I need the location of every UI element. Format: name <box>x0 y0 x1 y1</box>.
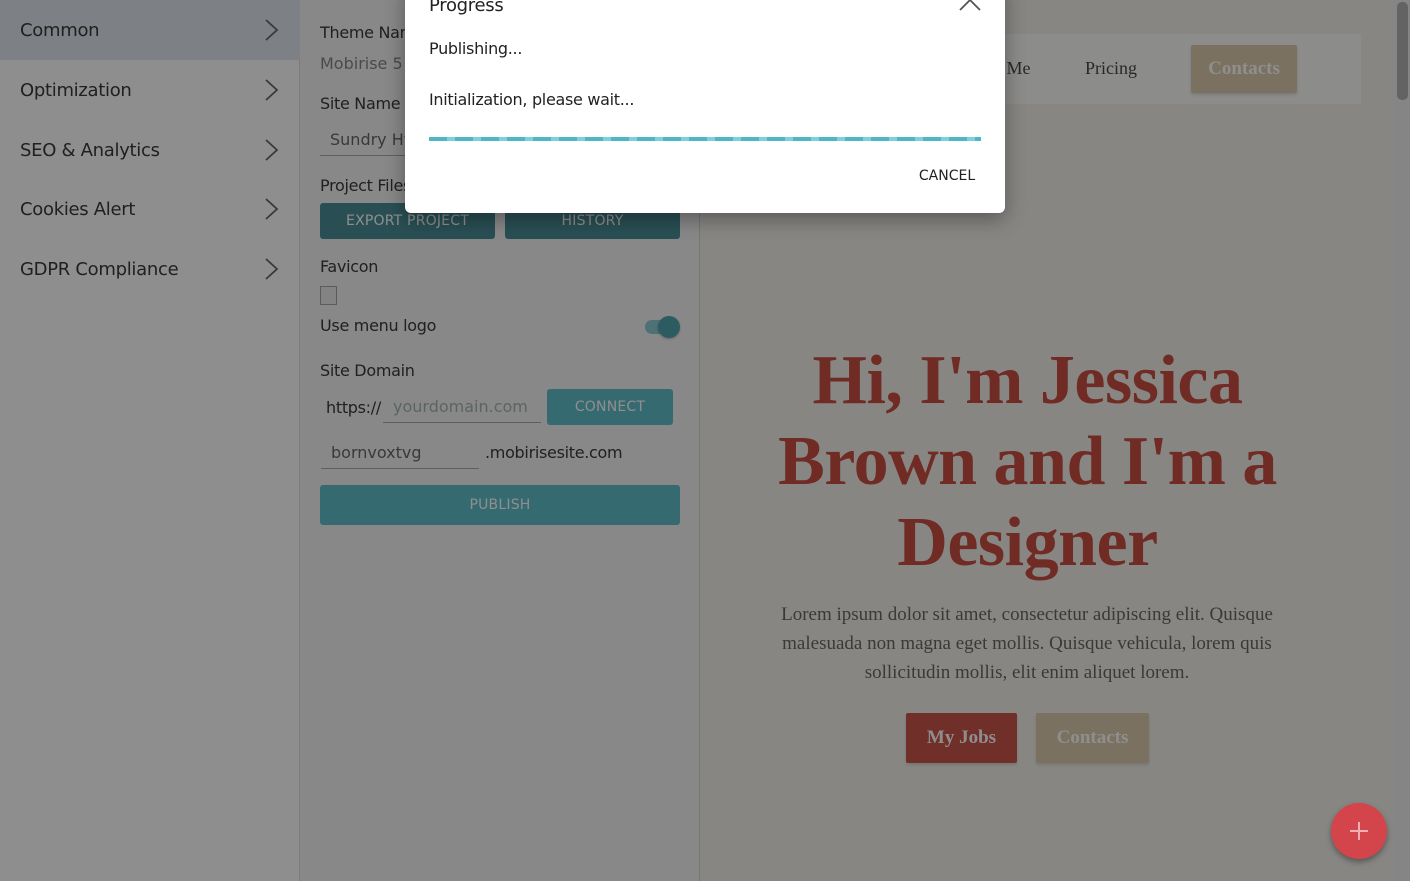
chevron-up-icon[interactable] <box>958 0 982 12</box>
cancel-button[interactable]: CANCEL <box>905 166 989 186</box>
dialog-detail-text: Initialization, please wait... <box>429 90 635 109</box>
progress-dialog: Progress Publishing... Initialization, p… <box>405 0 1005 213</box>
dialog-title: Progress <box>429 0 504 16</box>
progress-bar <box>429 137 981 141</box>
add-block-button[interactable] <box>1331 803 1387 859</box>
dialog-status-text: Publishing... <box>429 39 523 58</box>
plus-icon <box>1350 822 1368 840</box>
